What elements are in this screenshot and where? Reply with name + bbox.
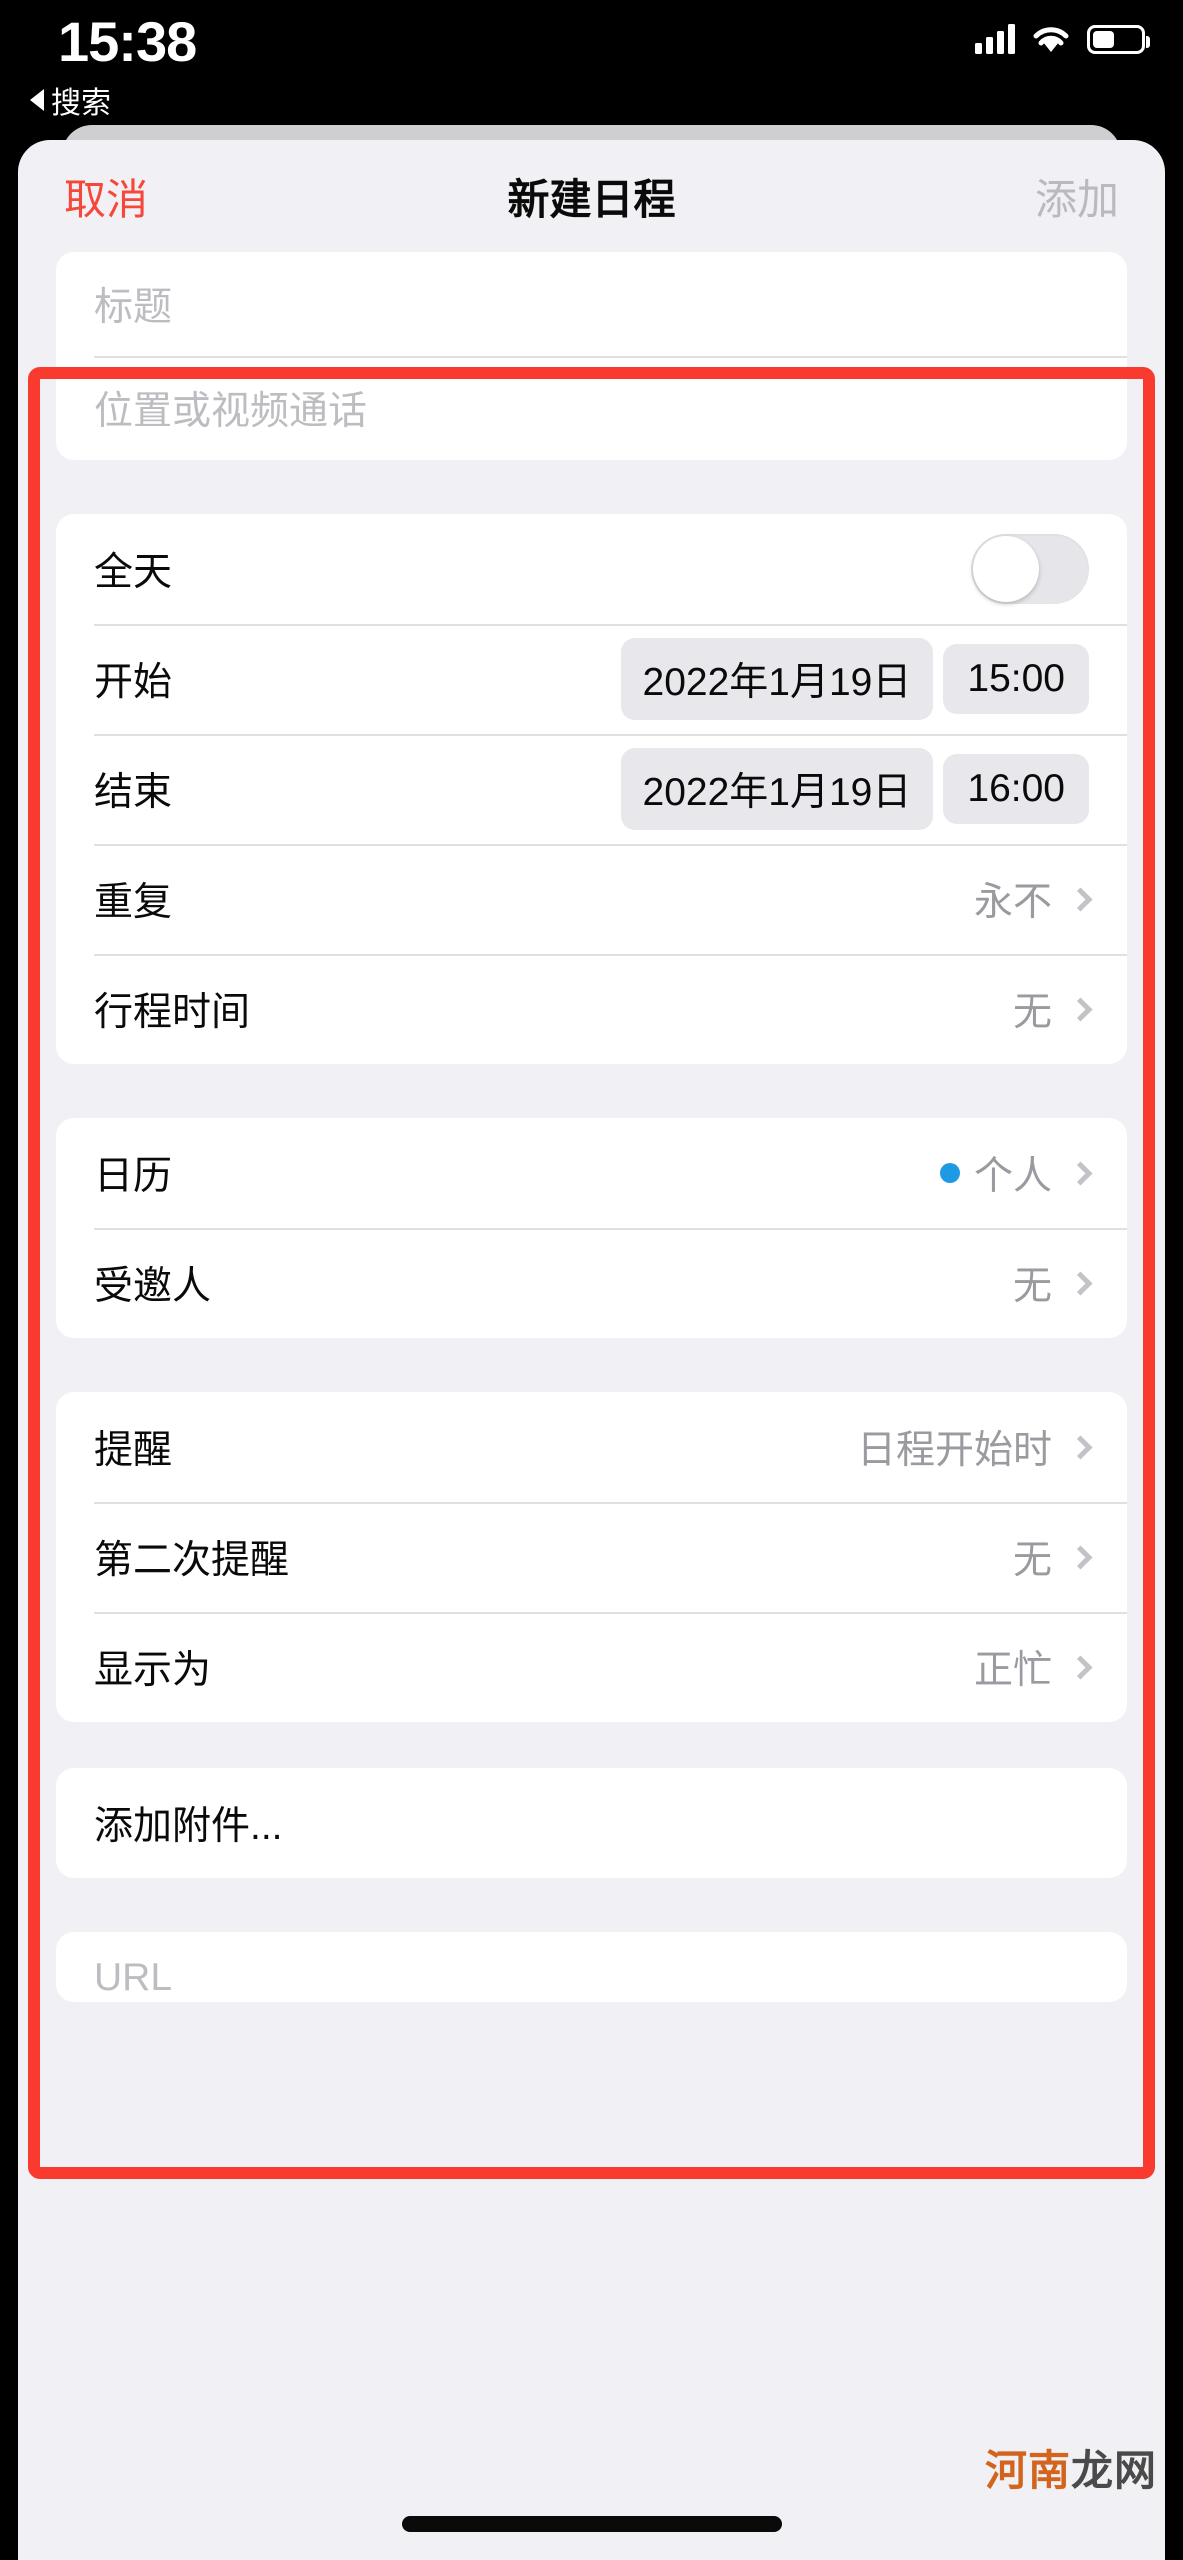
calendar-color-dot-icon bbox=[939, 1163, 960, 1183]
end-label: 结束 bbox=[94, 771, 173, 814]
url-row[interactable]: URL bbox=[56, 1932, 1127, 2002]
url-input[interactable]: URL bbox=[94, 1956, 172, 2000]
end-value-group: 2022年1月19日 16:00 bbox=[620, 748, 1089, 830]
start-label: 开始 bbox=[94, 661, 173, 704]
end-time-pill[interactable]: 16:00 bbox=[943, 754, 1089, 824]
repeat-value-group: 永不 bbox=[973, 871, 1093, 927]
alert-value: 日程开始时 bbox=[856, 1429, 1052, 1472]
watermark-part2: 龙网 bbox=[1070, 2447, 1157, 2494]
invitees-value-group: 无 bbox=[1012, 1255, 1093, 1311]
start-date-pill[interactable]: 2022年1月19日 bbox=[620, 638, 934, 720]
add-button[interactable]: 添加 bbox=[1035, 166, 1119, 227]
invitees-label: 受邀人 bbox=[94, 1265, 212, 1308]
chevron-right-icon bbox=[1068, 886, 1093, 912]
all-day-toggle[interactable] bbox=[971, 534, 1089, 604]
home-indicator[interactable] bbox=[401, 2516, 782, 2532]
repeat-value: 永不 bbox=[973, 881, 1052, 924]
alert-label: 提醒 bbox=[94, 1429, 173, 1472]
repeat-label: 重复 bbox=[94, 881, 173, 924]
calendar-label: 日历 bbox=[94, 1155, 173, 1198]
show-as-value-group: 正忙 bbox=[973, 1639, 1093, 1695]
new-event-sheet: 取消 新建日程 添加 标题 位置或视频通话 全天 开始 2022年1月19日 1… bbox=[18, 140, 1165, 2560]
chevron-right-icon bbox=[1068, 1270, 1093, 1296]
end-date-pill[interactable]: 2022年1月19日 bbox=[620, 748, 934, 830]
location-field-row[interactable]: 位置或视频通话 bbox=[56, 356, 1127, 460]
end-row[interactable]: 结束 2022年1月19日 16:00 bbox=[56, 734, 1127, 844]
back-to-search-button[interactable]: 搜索 bbox=[30, 78, 111, 122]
alert-row[interactable]: 提醒 日程开始时 bbox=[56, 1392, 1127, 1502]
start-row[interactable]: 开始 2022年1月19日 15:00 bbox=[56, 624, 1127, 734]
calendar-group: 日历 个人 受邀人 无 bbox=[56, 1118, 1127, 1338]
url-group: URL bbox=[56, 1932, 1127, 2002]
all-day-row[interactable]: 全天 bbox=[56, 514, 1127, 624]
wifi-icon bbox=[1031, 22, 1071, 54]
repeat-row[interactable]: 重复 永不 bbox=[56, 844, 1127, 954]
navigation-bar: 取消 新建日程 添加 bbox=[18, 140, 1165, 252]
triangle-left-icon bbox=[30, 89, 44, 111]
second-alert-value-group: 无 bbox=[1012, 1529, 1093, 1585]
start-time-pill[interactable]: 15:00 bbox=[943, 644, 1089, 714]
second-alert-row[interactable]: 第二次提醒 无 bbox=[56, 1502, 1127, 1612]
show-as-row[interactable]: 显示为 正忙 bbox=[56, 1612, 1127, 1722]
calendar-value-group: 个人 bbox=[939, 1145, 1093, 1201]
cellular-bars-icon bbox=[975, 22, 1015, 54]
add-attachment-row[interactable]: 添加附件... bbox=[56, 1768, 1127, 1878]
battery-icon bbox=[1087, 25, 1150, 54]
watermark-part1: 河南 bbox=[984, 2447, 1071, 2494]
chevron-right-icon bbox=[1068, 996, 1093, 1022]
invitees-value: 无 bbox=[1012, 1265, 1052, 1308]
add-attachment-label: 添加附件... bbox=[94, 1805, 283, 1848]
status-bar-indicators bbox=[975, 22, 1150, 54]
toggle-knob bbox=[973, 536, 1039, 602]
calendar-row[interactable]: 日历 个人 bbox=[56, 1118, 1127, 1228]
phone-screen: 15:38 搜索 取消 新建日程 添加 标题 位置或视频通话 全天 开始 202… bbox=[0, 0, 1183, 2560]
status-bar-time: 15:38 bbox=[58, 10, 197, 73]
invitees-row[interactable]: 受邀人 无 bbox=[56, 1228, 1127, 1338]
title-location-group: 标题 位置或视频通话 bbox=[56, 252, 1127, 460]
second-alert-label: 第二次提醒 bbox=[94, 1539, 290, 1582]
show-as-value: 正忙 bbox=[973, 1649, 1052, 1692]
attachment-group: 添加附件... bbox=[56, 1768, 1127, 1878]
alert-value-group: 日程开始时 bbox=[856, 1419, 1093, 1475]
travel-time-row[interactable]: 行程时间 无 bbox=[56, 954, 1127, 1064]
status-bar: 15:38 搜索 bbox=[0, 0, 1183, 125]
datetime-group: 全天 开始 2022年1月19日 15:00 结束 2022年1月19日 16:… bbox=[56, 514, 1127, 1064]
page-title: 新建日程 bbox=[507, 175, 676, 223]
title-input[interactable]: 标题 bbox=[94, 276, 172, 332]
second-alert-value: 无 bbox=[1012, 1539, 1052, 1582]
chevron-right-icon bbox=[1068, 1654, 1093, 1680]
watermark: 河南龙网 bbox=[985, 2437, 1157, 2498]
form-content: 标题 位置或视频通话 全天 开始 2022年1月19日 15:00 结束 202… bbox=[18, 252, 1165, 2002]
travel-time-label: 行程时间 bbox=[94, 991, 251, 1034]
start-value-group: 2022年1月19日 15:00 bbox=[620, 638, 1089, 720]
travel-time-value-group: 无 bbox=[1012, 981, 1093, 1037]
title-field-row[interactable]: 标题 bbox=[56, 252, 1127, 356]
chevron-right-icon bbox=[1068, 1434, 1093, 1460]
calendar-value: 个人 bbox=[973, 1155, 1052, 1198]
chevron-right-icon bbox=[1068, 1544, 1093, 1570]
chevron-right-icon bbox=[1068, 1160, 1093, 1186]
all-day-label: 全天 bbox=[94, 551, 173, 594]
location-input[interactable]: 位置或视频通话 bbox=[94, 380, 367, 436]
show-as-label: 显示为 bbox=[94, 1649, 212, 1692]
travel-time-value: 无 bbox=[1012, 991, 1052, 1034]
back-label: 搜索 bbox=[51, 87, 111, 120]
alert-group: 提醒 日程开始时 第二次提醒 无 显示为 正忙 bbox=[56, 1392, 1127, 1722]
